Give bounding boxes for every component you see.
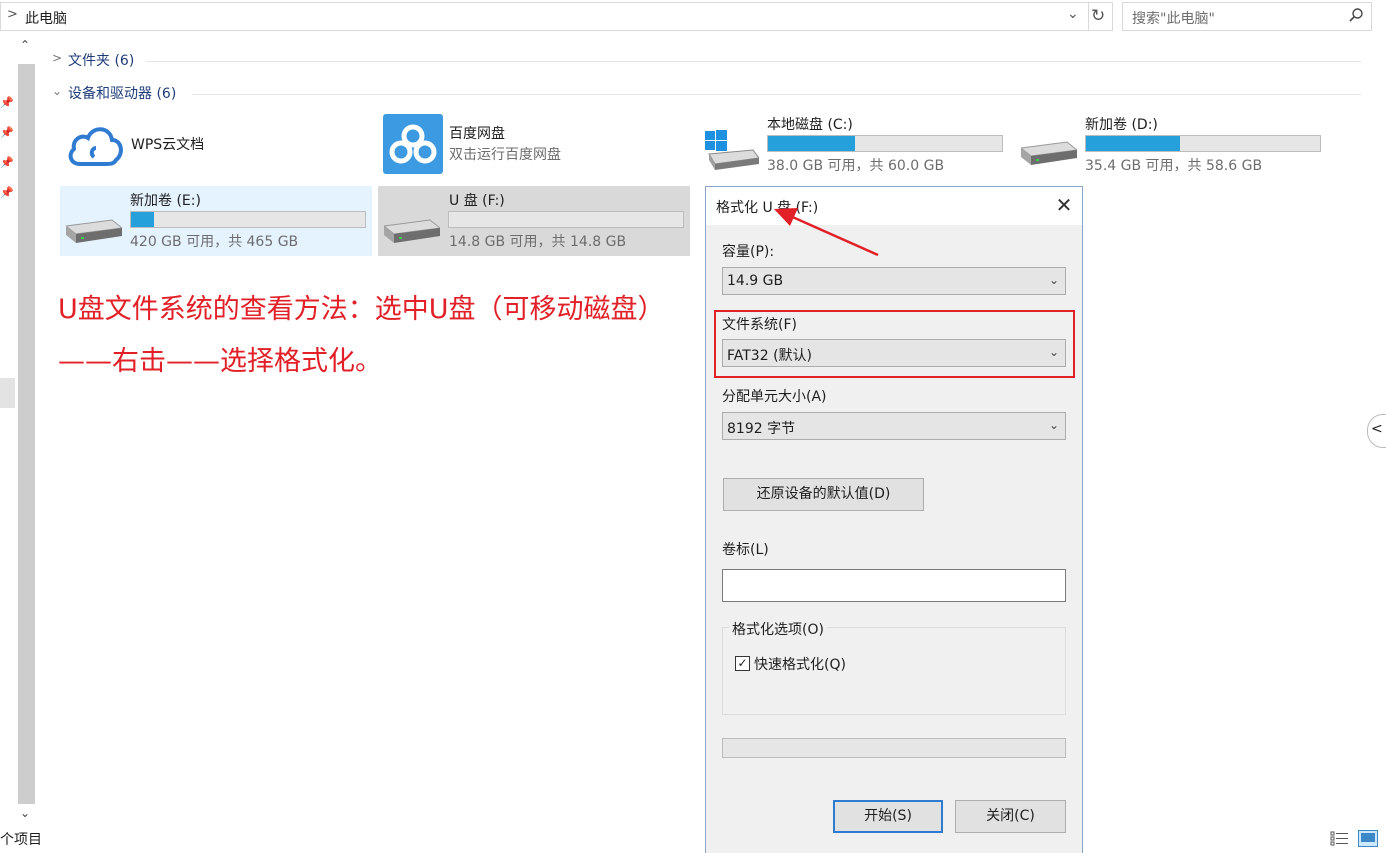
- highlight-box: [714, 310, 1075, 378]
- search-placeholder[interactable]: 搜索"此电脑": [1132, 8, 1215, 28]
- capacity-select[interactable]: 14.9 GB ⌄: [722, 267, 1066, 295]
- quick-format-label[interactable]: 快速格式化(Q): [754, 654, 846, 674]
- drive-name: WPS云文档: [131, 137, 205, 153]
- section-folders[interactable]: > 文件夹 (6): [50, 50, 1361, 72]
- scrollbar-track[interactable]: [18, 64, 35, 804]
- chevron-right-icon[interactable]: >: [52, 51, 62, 65]
- chevron-right-icon[interactable]: >: [7, 7, 18, 22]
- pin-icon: 📌: [0, 186, 14, 199]
- nav-pane-edge: [0, 378, 15, 408]
- divider: [146, 61, 1361, 62]
- check-icon: ✓: [737, 656, 748, 670]
- drive-name: 本地磁盘 (C:): [767, 117, 853, 133]
- drive-subtitle: 35.4 GB 可用，共 58.6 GB: [1085, 158, 1263, 174]
- close-icon[interactable]: ✕: [1052, 193, 1076, 217]
- capacity-label: 容量(P):: [722, 244, 775, 260]
- capacity-value: 14.9 GB: [727, 273, 784, 289]
- baidu-netdisk-icon: [383, 114, 443, 174]
- allocation-value: 8192 字节: [727, 421, 796, 437]
- format-options-group: 格式化选项(O) ✓ 快速格式化(Q): [722, 619, 1066, 715]
- start-button[interactable]: 开始(S): [833, 800, 943, 833]
- section-folders-label[interactable]: 文件夹 (6): [68, 50, 134, 70]
- volume-label-label: 卷标(L): [722, 542, 769, 558]
- drive-subtitle: 420 GB 可用，共 465 GB: [130, 234, 299, 250]
- format-dialog: 格式化 U 盘 (F:) ✕ 容量(P): 14.9 GB ⌄ 文件系统(F) …: [705, 186, 1083, 853]
- drive-name: 百度网盘: [449, 126, 505, 142]
- drive-tile-f[interactable]: U 盘 (F:) 14.8 GB 可用，共 14.8 GB: [378, 186, 690, 256]
- drive-usage-bar: [767, 135, 1003, 152]
- status-item-count: 个项目: [0, 832, 42, 848]
- hard-drive-icon: [66, 219, 122, 243]
- drive-name: U 盘 (F:): [449, 193, 505, 209]
- dialog-titlebar[interactable]: 格式化 U 盘 (F:) ✕: [706, 187, 1082, 225]
- drive-tile-wps[interactable]: WPS云文档: [60, 110, 372, 180]
- nav-pane-scrollbar[interactable]: ⌃ ⌄: [0, 34, 40, 829]
- address-bar[interactable]: > 此电脑 ⌄ ↻: [0, 2, 1113, 31]
- details-view-icon[interactable]: [1330, 830, 1350, 847]
- drive-subtitle: 双击运行百度网盘: [449, 147, 561, 163]
- allocation-select[interactable]: 8192 字节 ⌄: [722, 412, 1066, 440]
- drive-tile-d[interactable]: 新加卷 (D:) 35.4 GB 可用，共 58.6 GB: [1015, 110, 1327, 180]
- drive-usage-bar: [448, 211, 684, 228]
- annotation-text: U盘文件系统的查看方法：选中U盘（可移动磁盘）——右击——选择格式化。: [58, 294, 665, 377]
- search-box[interactable]: 搜索"此电脑": [1122, 2, 1372, 31]
- chevron-down-icon[interactable]: ⌄: [52, 84, 62, 98]
- section-devices[interactable]: ⌄ 设备和驱动器 (6): [50, 83, 1361, 105]
- refresh-icon[interactable]: ↻: [1091, 6, 1105, 26]
- expand-pane-button[interactable]: <: [1367, 414, 1386, 448]
- pin-icon: 📌: [0, 96, 14, 109]
- restore-defaults-button[interactable]: 还原设备的默认值(D): [723, 478, 924, 511]
- system-drive-icon: [705, 130, 759, 170]
- chevron-down-icon: ⌄: [1048, 273, 1059, 287]
- format-options-label: 格式化选项(O): [729, 619, 827, 639]
- drive-usage-bar: [1085, 135, 1321, 152]
- section-devices-label[interactable]: 设备和驱动器 (6): [68, 83, 176, 103]
- pin-icon: 📌: [0, 156, 14, 169]
- large-icons-view-icon[interactable]: [1358, 830, 1378, 847]
- drive-subtitle: 14.8 GB 可用，共 14.8 GB: [449, 234, 627, 250]
- drive-tile-baidu[interactable]: 百度网盘 双击运行百度网盘: [378, 110, 690, 180]
- chevron-down-icon[interactable]: ⌄: [1067, 6, 1079, 22]
- hard-drive-icon: [1021, 141, 1077, 165]
- drive-subtitle: 38.0 GB 可用，共 60.0 GB: [767, 158, 945, 174]
- chevron-left-icon: <: [1371, 421, 1383, 437]
- divider: [1088, 3, 1089, 30]
- search-icon[interactable]: [1348, 7, 1364, 23]
- drive-name: 新加卷 (E:): [130, 193, 201, 209]
- divider: [192, 94, 1361, 95]
- pin-icon: 📌: [0, 126, 14, 139]
- cloud-icon: [68, 127, 123, 166]
- format-progress-bar: [722, 738, 1066, 758]
- allocation-label: 分配单元大小(A): [722, 389, 827, 405]
- annotation-arrow: [774, 208, 879, 257]
- scroll-down-icon[interactable]: ⌄: [20, 806, 30, 820]
- chevron-down-icon: ⌄: [1048, 418, 1059, 432]
- drive-tile-e[interactable]: 新加卷 (E:) 420 GB 可用，共 465 GB: [60, 186, 372, 256]
- scroll-up-icon[interactable]: ⌃: [20, 38, 30, 52]
- close-button[interactable]: 关闭(C): [955, 800, 1066, 833]
- drive-name: 新加卷 (D:): [1085, 117, 1158, 133]
- drive-tile-c[interactable]: 本地磁盘 (C:) 38.0 GB 可用，共 60.0 GB: [697, 110, 1009, 180]
- drive-usage-bar: [130, 211, 366, 228]
- address-path[interactable]: 此电脑: [25, 8, 67, 28]
- quick-format-checkbox[interactable]: ✓: [735, 656, 750, 671]
- volume-label-input[interactable]: [722, 569, 1066, 602]
- hard-drive-icon: [384, 219, 440, 243]
